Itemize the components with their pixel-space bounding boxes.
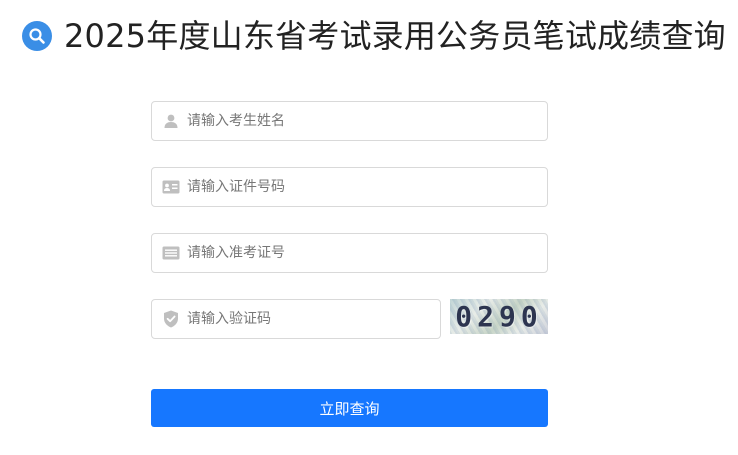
- ticket-number-field[interactable]: [151, 233, 548, 273]
- id-number-field[interactable]: [151, 167, 548, 207]
- ticket-number-input[interactable]: [187, 234, 547, 272]
- id-card-icon: [161, 177, 181, 197]
- search-icon: [22, 21, 52, 51]
- id-number-input[interactable]: [187, 168, 547, 206]
- page-title: 2025年度山东省考试录用公务员笔试成绩查询: [64, 17, 726, 55]
- captcha-field[interactable]: [151, 299, 441, 339]
- captcha-image[interactable]: 0290: [450, 299, 548, 334]
- captcha-input[interactable]: [187, 300, 440, 338]
- ticket-icon: [161, 243, 181, 263]
- captcha-code: 0290: [455, 300, 543, 333]
- name-input[interactable]: [187, 102, 547, 140]
- page-header: 2025年度山东省考试录用公务员笔试成绩查询: [22, 12, 726, 60]
- user-icon: [161, 111, 181, 131]
- submit-query-button[interactable]: 立即查询: [151, 389, 548, 427]
- name-field[interactable]: [151, 101, 548, 141]
- shield-check-icon: [161, 309, 181, 329]
